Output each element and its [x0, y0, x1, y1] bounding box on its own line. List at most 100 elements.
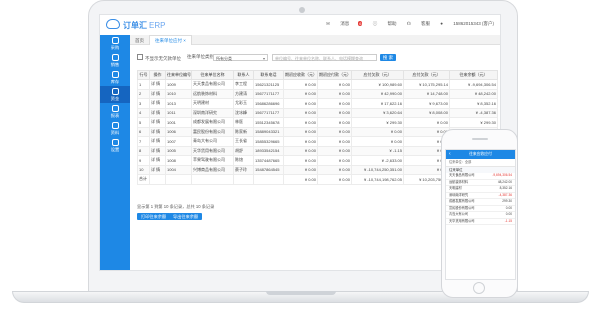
table-cell: ¥ 0.00 — [283, 88, 318, 99]
detail-link[interactable]: 详 情 — [149, 98, 166, 109]
detail-link[interactable]: 详 情 — [149, 126, 166, 137]
table-cell: 15855329665 — [253, 136, 284, 147]
table-cell: 天天食品有限公司 — [191, 79, 234, 90]
camera — [299, 7, 305, 13]
phone-item-value: 299.30 — [502, 199, 512, 203]
table-cell: ¥ 0.00 — [283, 164, 318, 175]
table-cell: 1010 — [165, 88, 192, 99]
table-cell: ¥ 14,748.00 — [403, 88, 450, 99]
table-cell: 1011 — [165, 107, 192, 118]
table-row: 3详 情 1013 天明建材 尤彩玉 15686286696 ¥ 0.00 ¥ 0.00 ¥ … — [137, 98, 498, 109]
checkbox[interactable] — [137, 54, 143, 60]
phone-item-name: 远航装饰材料 — [449, 179, 469, 184]
col-header: 往来余额（元） — [449, 70, 498, 80]
phone-item-value: 0.00 — [505, 212, 512, 216]
table-cell: 林医 — [233, 117, 254, 128]
phone-list-item[interactable]: 天华货用有限公司 -1.15 — [446, 218, 515, 225]
table-cell: ¥ 0.00 — [403, 117, 450, 128]
back-icon[interactable]: ‹ — [449, 150, 451, 159]
table-cell: ¥ 0.00 — [283, 117, 318, 128]
table-cell: 1001 — [165, 117, 192, 128]
table-cell: 方建涛 — [233, 88, 254, 99]
table-cell: ¥ 0.00 — [283, 126, 318, 137]
table-cell: ¥ 0.00 — [317, 107, 352, 118]
total-cell: 合计 — [137, 174, 150, 185]
table-cell: 1006 — [165, 126, 192, 137]
table-cell: 蔡子玲 — [233, 164, 254, 175]
phone-title: 往来应收应付 — [469, 152, 492, 156]
table-cell: 4 — [137, 107, 150, 118]
table-cell: ¥ 0.00 — [317, 155, 352, 166]
table-cell: 15677171177 — [253, 88, 284, 99]
table-cell: ¥ 299.30 — [351, 117, 404, 128]
table-row: 4详 情 1011 深圳南洋研究 沈冰峰 15677171177 ¥ 0.00 ¥ 0.00… — [137, 107, 498, 118]
col-header: 操作 — [149, 70, 166, 80]
category-select[interactable]: 所有分类 ▾ — [213, 54, 268, 61]
table-row: 5详 情 1001 成都发展有限公司 林医 15512345678 ¥ 0.00 ¥ 0.0… — [137, 117, 498, 128]
table-cell: ¥ 0.00 — [283, 155, 318, 166]
show-zero-label: 不显示无欠款单位 — [145, 55, 181, 61]
table-cell: ¥ -9,694,306.54 — [449, 79, 498, 90]
home-button[interactable] — [473, 282, 485, 294]
search-button[interactable]: 搜 索 — [380, 54, 396, 61]
phone-filter[interactable]: 往来单位：全部 — [446, 159, 515, 167]
col-header: 往来单位编号 — [165, 70, 192, 80]
detail-link[interactable]: 详 情 — [149, 107, 166, 118]
table-cell: 1013 — [165, 98, 192, 109]
table-cell: 王长省 — [233, 136, 254, 147]
table-cell: ¥ 3,620.64 — [351, 107, 404, 118]
show-zero-toggle[interactable]: 不显示无欠款单位 — [137, 54, 181, 61]
table-cell: ¥ 0.00 — [317, 136, 352, 147]
print-button[interactable]: 打印往来余额 — [137, 213, 171, 220]
table-cell: ¥ 0.00 — [317, 164, 352, 175]
export-button[interactable]: 导出往来余额 — [169, 213, 203, 220]
table-cell: 尤彩玉 — [233, 98, 254, 109]
table-cell: ¥ 0.00 — [317, 88, 352, 99]
table-cell: 陈煊 — [233, 155, 254, 166]
detail-link[interactable]: 详 情 — [149, 155, 166, 166]
table-cell: 兴博商品有限公司 — [191, 164, 234, 175]
total-cell — [165, 174, 192, 185]
table-cell: ¥ 0.00 — [351, 126, 404, 137]
table-cell: 陈家新 — [233, 126, 254, 137]
col-header: 期初应收款（元） — [283, 70, 318, 80]
table-cell: 3 — [137, 98, 150, 109]
phone-screen: ‹ 往来应收应付 往来单位：全部 往来单位 天天食品有限公司 -9,694,306.… — [445, 149, 516, 280]
total-cell — [253, 174, 284, 185]
phone-item-name: 深圳南洋研究 — [449, 192, 469, 197]
category-label: 往来单位类别 — [187, 54, 214, 59]
detail-link[interactable]: 详 情 — [149, 164, 166, 175]
detail-link[interactable]: 详 情 — [149, 136, 166, 147]
table-cell: 9 — [137, 155, 150, 166]
table-cell: 富民股份有限公司 — [191, 126, 234, 137]
table-cell: 沈冰峰 — [233, 107, 254, 118]
detail-link[interactable]: 详 情 — [149, 88, 166, 99]
table-cell: 13574487665 — [253, 155, 284, 166]
table-cell: ¥ 0.00 — [317, 98, 352, 109]
col-header: 应付欠款（元） — [403, 70, 450, 80]
phone-item-value: -1.15 — [504, 218, 512, 223]
phone-item-value: -9,694,306.54 — [492, 173, 512, 177]
table-row: 2详 情 1010 远航装饰材料 方建涛 15677171177 ¥ 0.00 ¥ 0.00… — [137, 88, 498, 99]
phone-speaker — [472, 138, 488, 140]
phone-item-value: -4,387.36 — [498, 192, 512, 197]
total-cell — [149, 174, 166, 185]
table-cell: ¥ 9,673.00 — [403, 98, 450, 109]
table-cell: 胡舒 — [233, 145, 254, 156]
detail-link[interactable]: 详 情 — [149, 117, 166, 128]
table-cell: 5 — [137, 117, 150, 128]
detail-link[interactable]: 详 情 — [149, 145, 166, 156]
table-cell: ¥ 0.00 — [283, 136, 318, 147]
search-input[interactable]: 单位编号、往来单位名称、联系人、电话模糊查询 — [272, 54, 377, 61]
table-cell: ¥ 0.00 — [283, 79, 318, 90]
table-cell: ¥ 0.00 — [317, 145, 352, 156]
pager-info: 显示第 1 到第 10 条记录，总共 10 条记录 — [137, 204, 215, 209]
table-cell: 天明建材 — [191, 98, 234, 109]
table-cell: 8 — [137, 145, 150, 156]
col-header: 往来单位名称 — [191, 70, 234, 80]
phone-list: 天天食品有限公司 -9,694,306.54 远航装饰材料 48,242.00 天明建材… — [446, 173, 515, 225]
detail-link[interactable]: 详 情 — [149, 79, 166, 90]
table-cell: ¥ 10,175,295.14 — [403, 79, 450, 90]
total-cell: ¥ 0.00 — [317, 174, 352, 185]
total-cell: ¥ 0.00 — [283, 174, 318, 185]
